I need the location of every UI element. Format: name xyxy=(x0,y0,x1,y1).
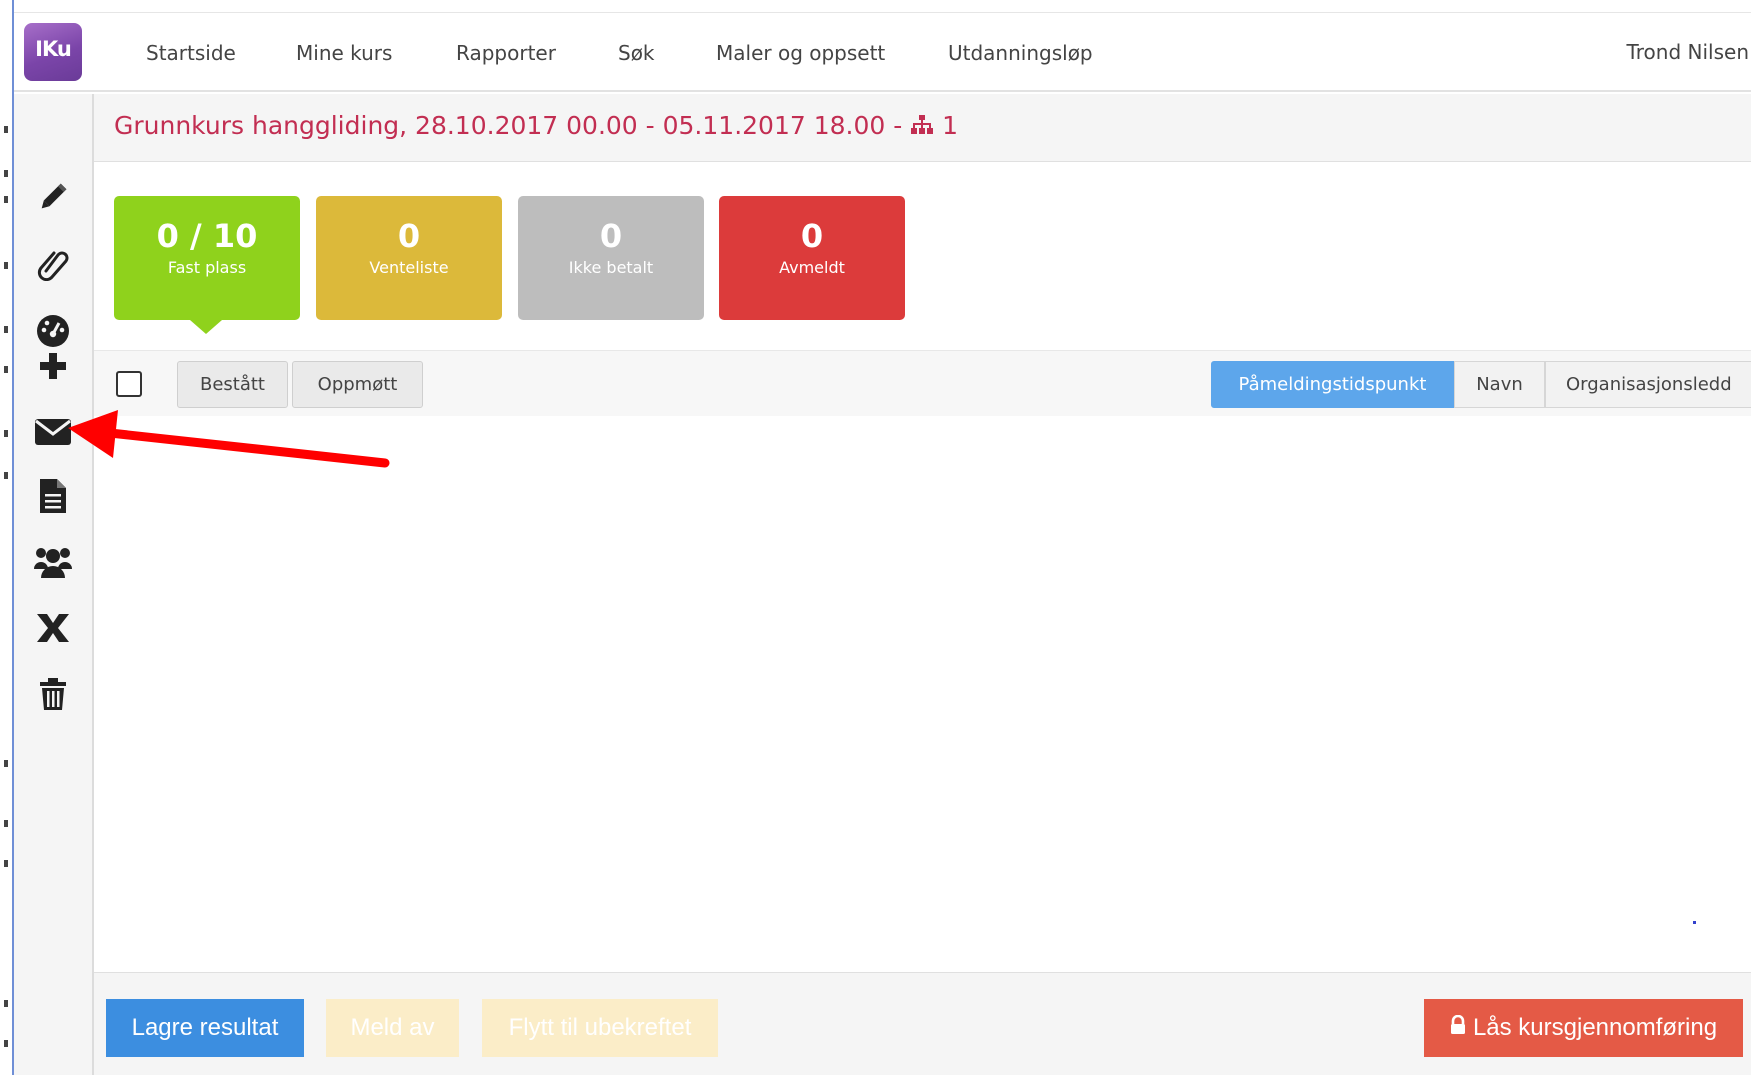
plus-icon[interactable] xyxy=(33,346,73,386)
lock-course-button[interactable]: Lås kursgjennomføring xyxy=(1424,999,1743,1057)
stat-card-ikke-betalt[interactable]: 0 Ikke betalt xyxy=(518,196,704,320)
save-results-button[interactable]: Lagre resultat xyxy=(106,999,304,1057)
envelope-icon[interactable] xyxy=(33,412,73,452)
participant-list xyxy=(94,416,1751,972)
trash-icon[interactable] xyxy=(33,674,73,714)
select-all-checkbox[interactable] xyxy=(116,371,142,397)
stray-dot xyxy=(1693,921,1696,924)
unregister-button[interactable]: Meld av xyxy=(326,999,459,1057)
nav-mine-kurs[interactable]: Mine kurs xyxy=(296,41,392,65)
course-title-bar: Grunnkurs hanggliding, 28.10.2017 00.00 … xyxy=(94,94,1751,162)
excel-icon[interactable] xyxy=(33,608,73,648)
course-title-text: Grunnkurs hanggliding, 28.10.2017 00.00 … xyxy=(114,111,911,140)
document-icon[interactable] xyxy=(33,476,73,516)
user-menu[interactable]: Trond Nilsen xyxy=(1627,40,1750,64)
pencil-icon[interactable] xyxy=(33,177,73,217)
action-sidebar xyxy=(14,94,94,1075)
sitemap-icon xyxy=(910,113,934,142)
stat-label: Venteliste xyxy=(369,258,449,277)
sort-organization[interactable]: Organisasjonsledd xyxy=(1545,361,1751,408)
stat-label: Avmeldt xyxy=(779,258,845,277)
nav-sok[interactable]: Søk xyxy=(618,41,655,65)
stat-label: Ikke betalt xyxy=(568,258,654,277)
stat-card-venteliste[interactable]: 0 Venteliste xyxy=(316,196,502,320)
nav-rapporter[interactable]: Rapporter xyxy=(456,41,556,65)
sort-name[interactable]: Navn xyxy=(1454,361,1545,408)
lock-course-label: Lås kursgjennomføring xyxy=(1472,1014,1718,1041)
nav-utdanningslop[interactable]: Utdanningsløp xyxy=(948,41,1093,65)
org-count: 1 xyxy=(942,111,959,140)
dashboard-icon[interactable] xyxy=(33,310,73,350)
page-title: Grunnkurs hanggliding, 28.10.2017 00.00 … xyxy=(114,111,958,142)
stat-label: Fast plass xyxy=(167,258,247,277)
mark-passed-button[interactable]: Bestått xyxy=(177,361,288,408)
move-to-unconfirmed-button[interactable]: Flytt til ubekreftet xyxy=(482,999,718,1057)
app-window: IKu Startside Mine kurs Rapporter Søk Ma… xyxy=(0,0,1751,1075)
nav-maler-og-oppsett[interactable]: Maler og oppsett xyxy=(716,41,885,65)
paperclip-icon[interactable] xyxy=(33,244,73,284)
bottom-action-bar: Lagre resultat Meld av Flytt til ubekref… xyxy=(94,972,1751,1075)
sort-registration-time[interactable]: Påmeldingstidspunkt xyxy=(1211,361,1454,408)
stat-card-fast-plass[interactable]: 0 / 10 Fast plass xyxy=(114,196,300,334)
users-icon[interactable] xyxy=(33,542,73,582)
mark-attended-button[interactable]: Oppmøtt xyxy=(292,361,423,408)
app-logo[interactable]: IKu xyxy=(24,23,82,81)
stat-value: 0 / 10 xyxy=(156,217,258,255)
stat-card-avmeldt[interactable]: 0 Avmeldt xyxy=(719,196,905,320)
stat-value: 0 xyxy=(397,217,421,255)
background-window-edge xyxy=(0,0,14,1075)
top-navigation: IKu Startside Mine kurs Rapporter Søk Ma… xyxy=(14,12,1751,92)
stat-value: 0 xyxy=(599,217,623,255)
stat-value: 0 xyxy=(800,217,824,255)
nav-startside[interactable]: Startside xyxy=(146,41,236,65)
participant-toolbar: Bestått Oppmøtt Påmeldingstidspunkt Navn… xyxy=(94,350,1751,416)
lock-icon xyxy=(1450,1014,1466,1042)
